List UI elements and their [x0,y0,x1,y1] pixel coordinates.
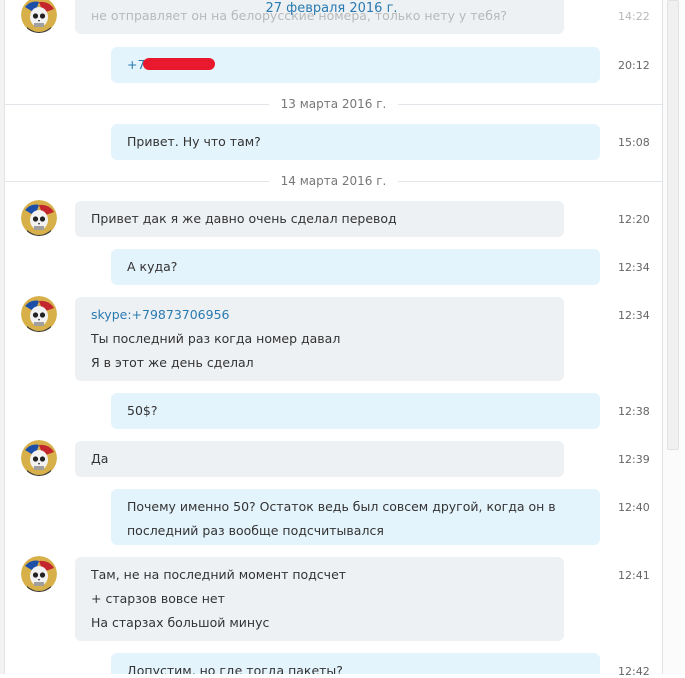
message-bubble-incoming[interactable]: Привет дак я же давно очень сделал перев… [75,201,564,237]
message-bubble-incoming[interactable]: Да [75,441,564,477]
message-text: На старзах большой минус [91,615,270,630]
message-text: последний раз вообще подсчитывался [127,523,384,538]
date-separator: 13 марта 2016 г. [5,96,662,112]
message-text: + старзов вовсе нет [91,591,225,606]
message-text: А куда? [127,259,178,274]
message-time: 12:39 [618,453,650,466]
avatar[interactable] [21,440,57,476]
message-bubble-outgoing[interactable]: 50$? [111,393,600,429]
message-time: 12:40 [618,501,650,514]
message-time: 12:41 [618,569,650,582]
skype-link[interactable]: skype:+79873706956 [91,303,548,327]
date-separator-label: 14 марта 2016 г. [268,173,399,189]
avatar[interactable] [21,556,57,592]
skull-avatar-icon [21,200,57,236]
redaction-mark [143,58,215,70]
skull-avatar-icon [21,296,57,332]
message-time: 15:08 [618,136,650,149]
message-text: Привет дак я же давно очень сделал перев… [91,211,397,226]
message-text: 50$? [127,403,158,418]
date-separator-label: 13 марта 2016 г. [268,96,399,112]
message-text: Допустим, но где тогда пакеты? [127,663,343,674]
skull-avatar-icon [21,556,57,592]
avatar[interactable] [21,200,57,236]
message-bubble-incoming[interactable]: skype:+79873706956 Ты последний раз когд… [75,297,564,381]
message-time: 12:34 [618,309,650,322]
message-bubble-outgoing[interactable]: Почему именно 50? Остаток ведь был совсе… [111,489,600,545]
message-text: Я в этот же день сделал [91,355,254,370]
message-text: Да [91,451,109,466]
message-bubble-outgoing[interactable]: А куда? [111,249,600,285]
message-time: 20:12 [618,59,650,72]
message-time: 12:38 [618,405,650,418]
date-separator: 14 марта 2016 г. [5,173,662,189]
message-text: Там, не на последний момент подсчет [91,567,347,582]
message-bubble-outgoing[interactable]: Допустим, но где тогда пакеты? [111,653,600,674]
scrollbar-thumb[interactable] [667,0,679,450]
message-text: Привет. Ну что там? [127,134,261,149]
message-bubble-incoming[interactable]: Там, не на последний момент подсчет + ст… [75,557,564,641]
skull-avatar-icon [21,440,57,476]
message-bubble-outgoing[interactable]: Привет. Ну что там? [111,124,600,160]
message-text: Ты последний раз когда номер давал [91,331,341,346]
floating-date-header: 27 февраля 2016 г. [265,1,398,16]
message-time: 12:42 [618,665,650,678]
message-time: 12:20 [618,213,650,226]
message-text: Почему именно 50? Остаток ведь был совсе… [127,499,556,514]
avatar[interactable] [21,296,57,332]
message-time: 12:34 [618,261,650,274]
